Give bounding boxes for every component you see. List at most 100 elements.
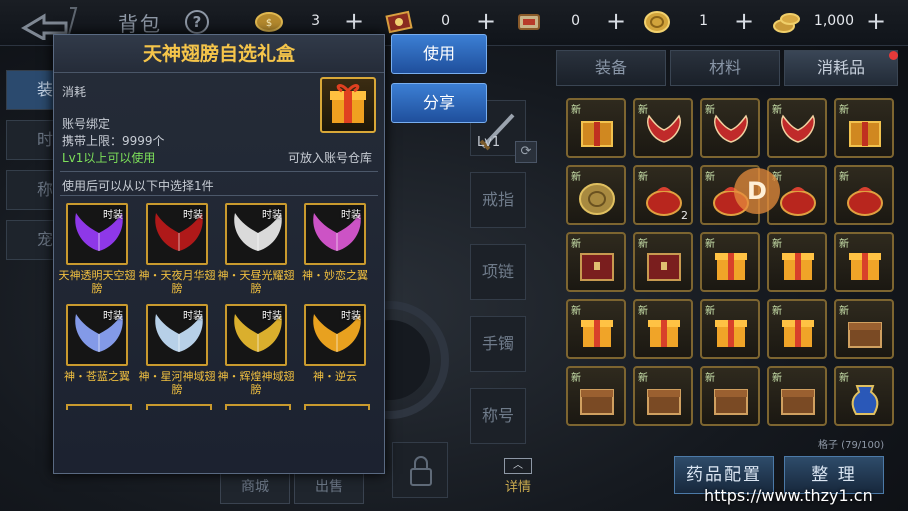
- inventory-slot[interactable]: 新: [834, 299, 894, 359]
- chevron-up-icon: ︿: [504, 458, 532, 474]
- choice-item[interactable]: 时装: [225, 203, 287, 265]
- coin-icon: $: [255, 12, 283, 32]
- gift-box-icon: [581, 320, 613, 347]
- choice-item[interactable]: 时装: [66, 304, 128, 366]
- inventory-slot[interactable]: 新: [633, 232, 693, 292]
- capacity-label: 格子 (79/100): [818, 440, 885, 451]
- inventory-slot[interactable]: 新: [566, 165, 626, 225]
- item-count: 2: [681, 209, 688, 222]
- new-badge: 新: [571, 172, 581, 183]
- choice-item-name: 神・天昼光耀翅膀: [217, 269, 295, 295]
- currency-value: 1,000: [813, 13, 854, 29]
- red-bag-icon: [780, 187, 816, 216]
- tab-consumables[interactable]: 消耗品: [784, 50, 898, 86]
- new-badge: 新: [772, 239, 782, 250]
- sidebar-item-equip[interactable]: 装: [6, 70, 54, 110]
- choice-item[interactable]: 时装: [66, 203, 128, 265]
- fashion-tag: 时装: [262, 311, 282, 322]
- choice-item[interactable]: 时装: [304, 304, 366, 366]
- choice-item[interactable]: 时装: [146, 203, 208, 265]
- inventory-slot[interactable]: 新: [767, 366, 827, 426]
- coin-icon: [579, 183, 615, 215]
- inventory-slot[interactable]: 新: [700, 366, 760, 426]
- choice-item-name: 神・逆云: [313, 370, 357, 383]
- choice-item-partial: [225, 404, 291, 410]
- floating-assistant-button[interactable]: D: [734, 168, 780, 214]
- new-badge: 新: [772, 105, 782, 116]
- choice-item[interactable]: 时装: [146, 304, 208, 366]
- inventory-slot[interactable]: 新: [700, 98, 760, 158]
- help-button[interactable]: ?: [185, 10, 209, 34]
- new-badge: 新: [839, 172, 849, 183]
- bracelet-slot[interactable]: 手镯: [470, 316, 526, 372]
- locked-slot[interactable]: [392, 442, 448, 498]
- add-currency-button[interactable]: +: [474, 9, 498, 33]
- choice-item-name: 神・妙恋之翼: [302, 269, 368, 282]
- choose-instruction: 使用后可以从以下中选择1件: [62, 179, 214, 193]
- add-currency-button[interactable]: +: [732, 9, 756, 33]
- inventory-slot[interactable]: 新: [566, 299, 626, 359]
- currency-scroll: 0 +: [514, 8, 628, 36]
- ring-slot[interactable]: 戒指: [470, 172, 526, 228]
- inventory-slot[interactable]: 新: [767, 232, 827, 292]
- choice-item-name: 神・苍蓝之翼: [64, 370, 130, 383]
- fashion-tag: 时装: [183, 210, 203, 221]
- add-currency-button[interactable]: +: [342, 9, 366, 33]
- inventory-slot[interactable]: 新: [767, 299, 827, 359]
- fashion-tag: 时装: [341, 210, 361, 221]
- inventory-slot[interactable]: 新2: [633, 165, 693, 225]
- sidebar-item-title[interactable]: 称: [6, 170, 54, 210]
- details-button[interactable]: ︿ 详情: [498, 458, 538, 498]
- warehouse-note: 可放入账号仓库: [288, 151, 373, 165]
- inventory-slot[interactable]: 新: [834, 98, 894, 158]
- inventory-slot[interactable]: 新: [566, 232, 626, 292]
- new-badge: 新: [839, 373, 849, 384]
- inventory-slot[interactable]: 新: [566, 366, 626, 426]
- inventory-slot[interactable]: 新: [834, 366, 894, 426]
- gift-box-icon: [715, 253, 747, 280]
- refresh-icon[interactable]: ⟳: [515, 141, 537, 163]
- use-button[interactable]: 使用: [391, 34, 487, 74]
- necklace-slot[interactable]: 项链: [470, 244, 526, 300]
- tab-equipment[interactable]: 装备: [556, 50, 666, 86]
- inventory-slot[interactable]: 新: [767, 98, 827, 158]
- add-currency-button[interactable]: +: [864, 9, 888, 33]
- inventory-slot[interactable]: 新: [834, 165, 894, 225]
- fashion-tag: 时装: [183, 311, 203, 322]
- weapon-level: Lv1: [477, 135, 501, 150]
- choice-item-name: 神・星河神域翅膀: [138, 370, 216, 396]
- inventory-slot[interactable]: 新: [633, 98, 693, 158]
- new-badge: 新: [772, 306, 782, 317]
- wood-chest-icon: [781, 389, 815, 415]
- fashion-tag: 时装: [103, 210, 123, 221]
- gold-chest-icon: [581, 121, 613, 147]
- new-badge: 新: [839, 306, 849, 317]
- inventory-slot[interactable]: 新: [566, 98, 626, 158]
- choice-item[interactable]: 时装: [225, 304, 287, 366]
- tab-materials[interactable]: 材料: [670, 50, 780, 86]
- shop-button[interactable]: 商城: [220, 470, 290, 504]
- title-slot[interactable]: 称号: [470, 388, 526, 444]
- currency-value: 3: [311, 13, 320, 29]
- add-currency-button[interactable]: +: [604, 9, 628, 33]
- sell-button[interactable]: 出售: [294, 470, 364, 504]
- inventory-slot[interactable]: 新: [633, 366, 693, 426]
- new-badge: 新: [705, 306, 715, 317]
- sidebar-item-pet[interactable]: 宠: [6, 220, 54, 260]
- popup-title: 天神翅膀自选礼盒: [54, 35, 384, 73]
- inventory-slot[interactable]: 新: [633, 299, 693, 359]
- new-badge: 新: [839, 105, 849, 116]
- inventory-slot[interactable]: 新: [700, 232, 760, 292]
- inventory-slot[interactable]: 新: [834, 232, 894, 292]
- fashion-tag: 时装: [262, 210, 282, 221]
- currency-gold-pile: 1,000 +: [772, 8, 892, 36]
- gift-box-icon: [648, 320, 680, 347]
- share-button[interactable]: 分享: [391, 83, 487, 123]
- choice-item[interactable]: 时装: [304, 203, 366, 265]
- new-badge: 新: [839, 239, 849, 250]
- red-wings-icon: [714, 114, 748, 143]
- inventory-slot[interactable]: 新: [700, 299, 760, 359]
- fashion-tag: 时装: [103, 311, 123, 322]
- item-carry-limit: 携带上限：9999个: [62, 134, 165, 148]
- sidebar-item-fashion[interactable]: 时: [6, 120, 54, 160]
